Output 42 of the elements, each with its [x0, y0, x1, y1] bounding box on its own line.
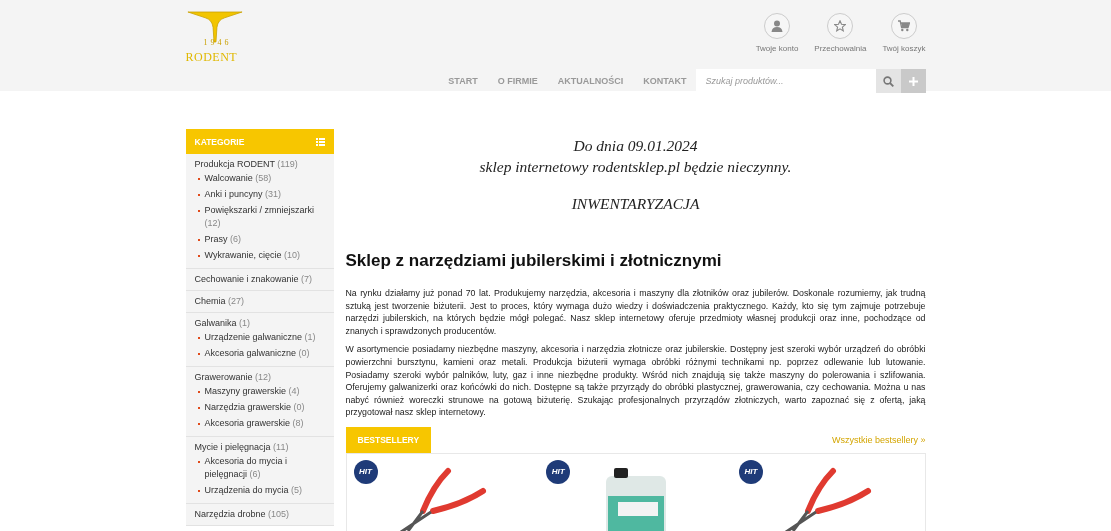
categories-title: KATEGORIE: [194, 136, 245, 147]
list-icon: [315, 137, 325, 146]
logo-year: 1946: [203, 38, 232, 47]
category-link[interactable]: Produkcja RODENT (119): [194, 157, 325, 171]
subcategory-link[interactable]: Urządzenie galwaniczne (1): [204, 331, 316, 344]
hit-badge: HIT: [738, 459, 763, 484]
anvil-icon: [185, 10, 244, 43]
category-link[interactable]: Cechowanie i znakowanie (7): [194, 272, 325, 286]
search-field[interactable]: Szukaj produktów...: [695, 69, 876, 93]
subcategory-link[interactable]: Akcesoria do mycia i pielęgnacji (6): [204, 455, 325, 481]
notice-text: Do dnia 09.01.2024 sklep internetowy rodentsklep.pl będzie nieczynny.: [478, 136, 793, 177]
category-link[interactable]: Mycie i pielęgnacja (11): [194, 440, 325, 454]
subcategory-link[interactable]: Maszyny grawerskie (4): [204, 385, 300, 398]
search-icon: [882, 75, 894, 87]
logo-name: RODENT: [185, 50, 238, 65]
category-link[interactable]: Narzędzia drobne (105): [194, 507, 325, 521]
category-link[interactable]: Chemia (27): [194, 294, 325, 308]
plus-icon: [908, 76, 918, 86]
subcategory-link[interactable]: Narzędzia grawerskie (0): [204, 401, 305, 414]
star-icon: [834, 20, 847, 32]
account-link[interactable]: Twoje konto: [755, 13, 799, 53]
account-link[interactable]: Twój koszyk: [882, 13, 926, 53]
subcategory-link[interactable]: Akcesoria grawerskie (8): [204, 417, 304, 430]
subcategory-link[interactable]: Wykrawanie, cięcie (10): [204, 249, 300, 262]
notice-emphasis: INWENTARYZACJA: [570, 194, 701, 214]
hit-badge: HIT: [353, 459, 378, 484]
subcategory-link[interactable]: Powiększarki / zmniejszarki (12): [204, 204, 325, 230]
page-heading: Sklep z narzędziami jubilerskimi i złotnicznymi: [345, 251, 723, 271]
paragraph: W asortymencie posiadamy niezbędne maszyny, akcesoria i narzędzia złotnicze oraz jubilerskie. Dostępny jest szeroki wybór urządzeń do obróbki powierzchni bursztynu, kamieni oraz metali. Produkcja biżuterii wymaga obróbki różnymi technikami np. poprzez odlewanie lub lutowanie. Posiadamy szeroki wybór palników, luty, gaz i inne niezbędne produkty. Wśród nich znajdują się także maszyny do polerowania i szlifowania. Oferujemy galwanizerki oraz końcówki do nich. Dostępne są także przyrządy do obróbki plastycznej, grawerowania, czy cechowania. Można u nas nabyć również woreczki strunowe na gotową biżuterię. Szukając profesjonalnych przyrządów złotniczych, warto zapoznać się z ofertą, jaką przygotował nasz sklep internetowy.: [345, 343, 926, 419]
subcategory-link[interactable]: Prasy (6): [204, 233, 241, 246]
category-link[interactable]: Grawerowanie (12): [194, 370, 325, 384]
cart-icon: [897, 20, 910, 32]
user-icon: [771, 20, 783, 32]
search-button[interactable]: [875, 69, 901, 93]
subcategory-link[interactable]: Anki i puncyny (31): [204, 188, 282, 201]
paragraph: Na rynku działamy już ponad 70 lat. Produkujemy narzędzia, akcesoria i maszyny dla złotników oraz jubilerów. Doskonale rozumiemy, jak trudną sztuką jest tworzenie biżuterii. Jest to proces, który wymaga dużo wiedzy i doświadczenia praktycznego. Każdy, kto się tym zajmuje potrzebuje narzędzi jubilerskich, na których będzie mógł polegać. Nasz sklep internetowy oferuje przedmioty własnej produkcji oraz inne, pochodzące od znanych i sprawdzonych producentów.: [345, 287, 926, 338]
account-link[interactable]: Przechowalnia: [814, 13, 867, 53]
subcategory-link[interactable]: Walcowanie (58): [204, 172, 272, 185]
hit-badge: HIT: [546, 459, 571, 484]
category-link[interactable]: Galwanika (1): [194, 316, 325, 330]
subcategory-link[interactable]: Akcesoria galwaniczne (0): [204, 347, 310, 360]
subcategory-link[interactable]: Urządzenia do mycia (5): [204, 484, 303, 497]
